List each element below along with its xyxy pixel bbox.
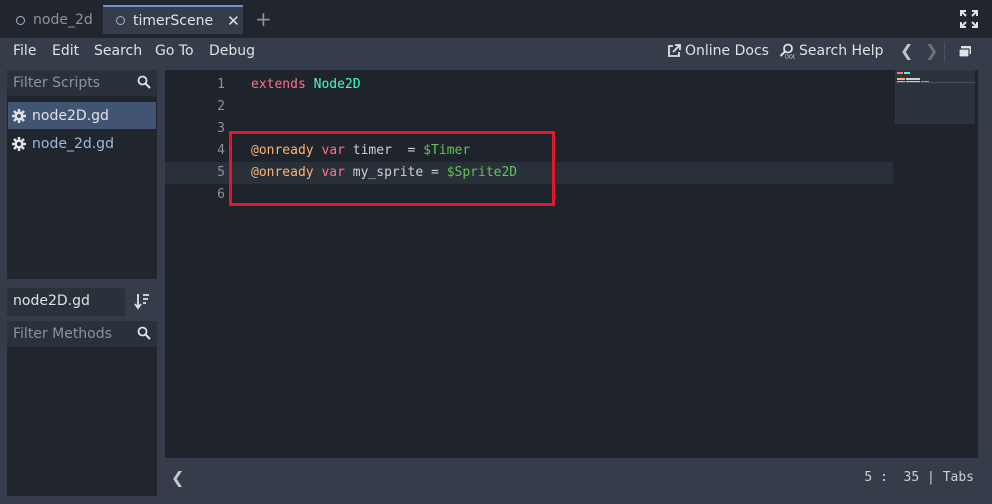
fullscreen-icon[interactable] bbox=[960, 10, 978, 28]
editor-status-bar: ❮ 5 : 35 | Tabs bbox=[165, 462, 978, 494]
minimap-line bbox=[897, 78, 905, 80]
menu-file[interactable]: File bbox=[13, 43, 36, 59]
minimap-line bbox=[897, 72, 903, 74]
code-token: Node2D bbox=[313, 77, 361, 92]
external-link-icon bbox=[668, 44, 681, 57]
filter-scripts-placeholder: Filter Scripts bbox=[13, 75, 101, 91]
menu-search[interactable]: Search bbox=[94, 43, 142, 59]
code-token: extends bbox=[251, 77, 306, 92]
search-help-button[interactable]: DOC Search Help bbox=[779, 43, 883, 59]
scene-tab-label: timerScene bbox=[133, 12, 214, 29]
minimap-line bbox=[906, 78, 920, 80]
scene-icon bbox=[16, 15, 25, 25]
line-number: 4 bbox=[217, 143, 225, 158]
filter-methods-placeholder: Filter Methods bbox=[13, 326, 112, 342]
online-docs-button[interactable]: Online Docs bbox=[667, 43, 769, 59]
annotation-highlight-box bbox=[229, 131, 555, 206]
code-text: extends Node2D bbox=[251, 74, 361, 96]
minimap-line bbox=[904, 72, 910, 74]
menu-debug[interactable]: Debug bbox=[209, 43, 255, 59]
chevron-left-icon[interactable]: ❮ bbox=[900, 41, 913, 60]
filter-methods-input[interactable]: Filter Methods bbox=[7, 321, 157, 347]
line-number: 5 bbox=[217, 165, 225, 180]
script-item-node-2d-gd[interactable]: node_2d.gd bbox=[8, 130, 156, 157]
search-icon bbox=[137, 326, 151, 340]
panel-toggle-icon[interactable] bbox=[958, 45, 972, 59]
menu-go-to[interactable]: Go To bbox=[155, 43, 194, 59]
close-icon[interactable]: ✕ bbox=[227, 12, 240, 30]
code-minimap[interactable] bbox=[895, 70, 975, 124]
script-item-label: node2D.gd bbox=[32, 107, 109, 124]
minimap-viewport bbox=[895, 82, 975, 83]
code-editor[interactable]: 1 extends Node2D 2 3 4 @onready var timer = $… bbox=[165, 70, 978, 458]
gear-icon bbox=[12, 108, 26, 123]
sort-icon[interactable] bbox=[134, 292, 150, 310]
scene-tab-label: node_2d bbox=[33, 12, 93, 28]
chevron-left-icon[interactable]: ❮ bbox=[171, 468, 184, 487]
add-icon[interactable]: + bbox=[255, 7, 272, 31]
search-help-label: Search Help bbox=[799, 43, 884, 59]
current-script-name: node2D.gd bbox=[7, 288, 125, 316]
search-icon bbox=[137, 75, 151, 89]
script-item-node2d-gd[interactable]: node2D.gd bbox=[8, 102, 156, 129]
filter-scripts-input[interactable]: Filter Scripts bbox=[7, 70, 157, 96]
cursor-position-indicator: 5 : 35 | Tabs bbox=[864, 470, 974, 485]
script-item-label: node_2d.gd bbox=[32, 135, 114, 152]
line-number: 1 bbox=[217, 77, 225, 92]
online-docs-label: Online Docs bbox=[685, 43, 769, 59]
scene-tab-node-2d[interactable]: node_2d bbox=[8, 6, 102, 34]
svg-text:DOC: DOC bbox=[785, 55, 795, 60]
line-number: 2 bbox=[217, 99, 225, 114]
toolbar-separator bbox=[944, 42, 945, 62]
code-line[interactable]: 1 extends Node2D bbox=[165, 74, 893, 96]
scene-tab-timer-scene[interactable]: timerScene ✕ bbox=[103, 5, 243, 34]
gear-icon bbox=[12, 136, 26, 151]
scene-tab-bar: node_2d timerScene ✕ + bbox=[0, 0, 992, 38]
scene-icon bbox=[116, 16, 125, 25]
methods-list-panel bbox=[7, 321, 157, 496]
chevron-right-icon[interactable]: ❯ bbox=[925, 41, 938, 60]
line-number: 3 bbox=[217, 121, 225, 136]
line-number: 6 bbox=[217, 187, 225, 202]
menu-edit[interactable]: Edit bbox=[52, 43, 79, 59]
script-menu-bar: File Edit Search Go To Debug Online Docs… bbox=[0, 38, 992, 66]
code-line[interactable]: 2 bbox=[165, 96, 893, 118]
search-help-icon: DOC bbox=[779, 43, 795, 59]
